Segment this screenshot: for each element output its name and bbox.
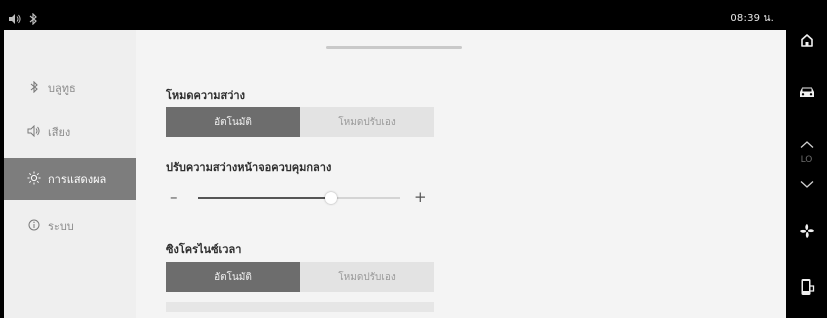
home-icon[interactable] — [786, 30, 827, 50]
sidebar-item-label: เสียง — [48, 126, 71, 139]
sidebar-item-system[interactable]: ระบบ — [4, 206, 136, 246]
sidebar: บลูทูธ เสียง การแสดงผล ระบบ — [4, 30, 136, 318]
speaker-icon — [26, 124, 42, 140]
bluetooth-icon — [26, 80, 42, 96]
status-bar: 08:39 น. — [4, 10, 786, 30]
sidebar-item-bluetooth[interactable]: บลูทูธ — [4, 68, 136, 108]
phone-settings-icon[interactable] — [786, 276, 827, 298]
brightness-mode-selector: อัตโนมัติ โหมดปรับเอง — [166, 107, 434, 137]
screen: 08:39 น. บลูทูธ เสียง การแสดงผล ระบบ โหม… — [0, 0, 827, 318]
bluetooth-icon — [28, 12, 38, 29]
chevron-down-icon[interactable] — [786, 176, 827, 192]
brightness-mode-label: โหมดความสว่าง — [166, 89, 245, 102]
sun-icon — [26, 171, 42, 188]
center-brightness-label: ปรับความสว่างหน้าจอควบคุมกลาง — [166, 161, 332, 174]
drag-handle[interactable] — [326, 46, 462, 49]
info-icon — [26, 219, 42, 234]
vehicle-control-rail: LO — [786, 0, 827, 318]
sidebar-item-label: บลูทูธ — [48, 82, 76, 95]
slider-thumb[interactable] — [325, 192, 338, 204]
fan-icon[interactable] — [786, 220, 827, 242]
speaker-icon — [8, 13, 22, 29]
slider-fill — [198, 197, 332, 199]
brightness-mode-manual-button[interactable]: โหมดปรับเอง — [300, 107, 434, 137]
time-sync-selector: อัตโนมัติ โหมดปรับเอง — [166, 262, 434, 292]
next-setting-control — [166, 302, 434, 312]
brightness-increase-button[interactable]: + — [414, 188, 427, 206]
time-sync-auto-button[interactable]: อัตโนมัติ — [166, 262, 300, 292]
sidebar-item-sound[interactable]: เสียง — [4, 112, 136, 152]
center-brightness-slider: – + — [166, 188, 434, 208]
brightness-decrease-button[interactable]: – — [170, 188, 178, 206]
sidebar-item-label: การแสดงผล — [48, 173, 107, 186]
time-sync-label: ซิงโครไนซ์เวลา — [166, 243, 242, 256]
sidebar-item-display[interactable]: การแสดงผล — [4, 158, 136, 200]
sidebar-item-label: ระบบ — [48, 220, 74, 233]
temperature-readout: LO — [800, 155, 813, 165]
clock: 08:39 น. — [730, 13, 774, 24]
brightness-mode-auto-button[interactable]: อัตโนมัติ — [166, 107, 300, 137]
car-icon[interactable] — [786, 82, 827, 102]
settings-panel: บลูทูธ เสียง การแสดงผล ระบบ โหมดความสว่า… — [4, 30, 786, 318]
time-sync-manual-button[interactable]: โหมดปรับเอง — [300, 262, 434, 292]
chevron-up-icon[interactable] — [786, 136, 827, 152]
slider-track[interactable] — [198, 192, 400, 204]
display-settings: โหมดความสว่าง อัตโนมัติ โหมดปรับเอง ปรับ… — [136, 30, 786, 318]
